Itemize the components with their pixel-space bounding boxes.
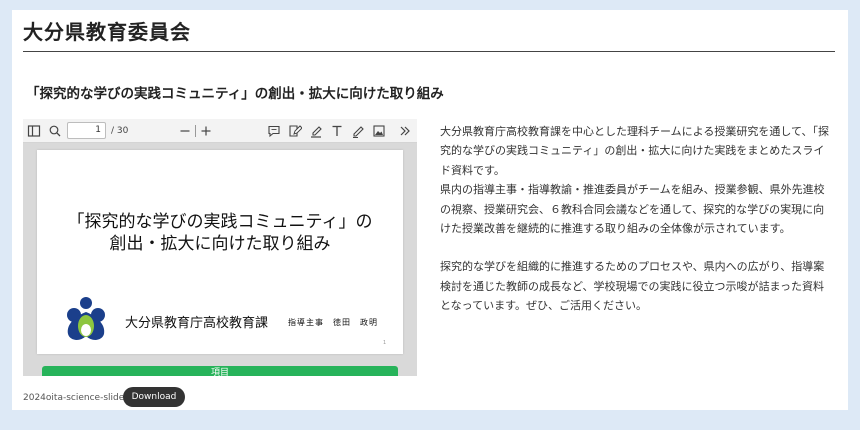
- highlight-icon[interactable]: [309, 123, 323, 139]
- slide-title-line-1: 「探究的な学びの実践コミュニティ」の: [67, 212, 373, 232]
- title-divider: [23, 51, 835, 52]
- sidebar-toggle-icon[interactable]: [27, 123, 41, 139]
- description-paragraph-2: 県内の指導主事・指導教諭・推進委員がチームを組み、授業参観、県外先進校の視察、授…: [440, 183, 825, 236]
- article-title: 「探究的な学びの実践コミュニティ」の創出・拡大に向けた取り組み: [26, 86, 444, 102]
- slide-title: 「探究的な学びの実践コミュニティ」の 創出・拡大に向けた取り組み: [37, 211, 403, 255]
- slide-page-number: 1: [383, 340, 387, 346]
- description: 大分県教育庁高校教育課を中心とした理科チームによる授業研究を通して、「探究的な学…: [440, 122, 832, 316]
- download-button[interactable]: Download: [123, 387, 185, 407]
- site-title: 大分県教育委員会: [23, 20, 191, 44]
- pdf-viewer[interactable]: 1 / 30 「探究的な学びの実践コミュニティ」の 創出・拡大に向けた取り組み …: [23, 119, 417, 376]
- content-card: 大分県教育委員会 「探究的な学びの実践コミュニティ」の創出・拡大に向けた取り組み…: [12, 10, 848, 410]
- comment-icon[interactable]: [267, 123, 281, 139]
- edit-icon[interactable]: [288, 123, 302, 139]
- draw-icon[interactable]: [351, 123, 365, 139]
- image-icon[interactable]: [372, 123, 386, 139]
- page-count: / 30: [111, 126, 129, 136]
- page-number-input[interactable]: 1: [67, 122, 106, 139]
- search-icon[interactable]: [48, 123, 62, 139]
- next-page-preview: 項目: [42, 366, 398, 376]
- pdf-toolbar: 1 / 30: [23, 119, 417, 143]
- more-icon[interactable]: [398, 123, 412, 139]
- slide-organization: 大分県教育庁高校教育課: [125, 316, 269, 331]
- toolbar-divider: [195, 125, 196, 137]
- zoom-out-icon[interactable]: [179, 123, 191, 139]
- description-paragraph-3: 探究的な学びを組織的に推進するためのプロセスや、県内への広がり、指導案検討を通じ…: [440, 260, 825, 313]
- file-caption: 2024oita-science-slide: [23, 393, 125, 403]
- slide-title-line-2: 創出・拡大に向けた取り組み: [109, 234, 331, 254]
- slide-page: 「探究的な学びの実践コミュニティ」の 創出・拡大に向けた取り組み 大分県教育庁高…: [37, 150, 403, 354]
- slide-presenter: 指導主事 徳田 政明: [288, 318, 378, 327]
- oita-logo-icon: [67, 297, 105, 340]
- description-paragraph-1: 大分県教育庁高校教育課を中心とした理科チームによる授業研究を通して、「探究的な学…: [440, 125, 829, 177]
- text-icon[interactable]: [330, 123, 344, 139]
- zoom-in-icon[interactable]: [200, 123, 212, 139]
